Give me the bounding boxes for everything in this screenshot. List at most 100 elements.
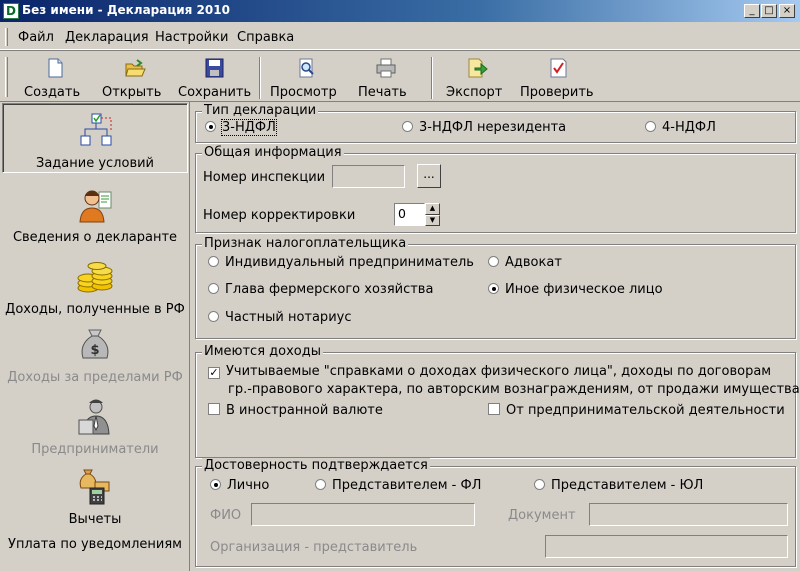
save-label: Сохранить [178,85,252,100]
left-nav: Задание условий Сведения о декларанте До… [0,102,190,571]
preview-label: Просмотр [270,85,337,100]
nav-item-declarant[interactable]: Сведения о декларанте [2,184,188,246]
save-button[interactable]: Сохранить [178,55,252,101]
maximize-icon[interactable]: □ [761,4,777,18]
check-label: Проверить [520,85,594,100]
export-button[interactable]: Экспорт [446,55,508,101]
open-button[interactable]: Открыть [102,55,168,101]
checkbox-indicator [208,403,220,415]
group-title: Тип декларации [202,103,319,118]
fio-field[interactable] [251,503,475,526]
nav-item-conditions[interactable]: Задание условий [2,103,188,173]
radio-lawyer[interactable]: Адвокат [488,255,562,270]
radio-3ndfl[interactable]: 3-НДФЛ [205,119,277,136]
menu-file[interactable]: Файл [18,30,54,45]
check-document-icon [547,57,569,79]
export-label: Экспорт [446,85,503,100]
menu-help[interactable]: Справка [237,30,294,45]
checkbox-indicator [488,403,500,415]
spin-up-icon[interactable]: ▲ [425,203,440,215]
person-icon [75,184,115,224]
radio-indicator [402,121,413,132]
radio-indicator [208,283,219,294]
menu-settings[interactable]: Настройки [155,30,228,45]
radio-personally[interactable]: Лично [210,478,269,493]
create-button[interactable]: Создать [24,55,86,101]
toolbar-separator [259,57,261,99]
close-icon[interactable]: × [779,4,795,18]
money-bag-icon: $ [75,324,115,364]
printer-icon [375,57,397,79]
checkbox-foreign-currency[interactable]: В иностранной валюте [208,403,383,418]
nav-label: Доходы, полученные в РФ [5,302,185,317]
organization-field[interactable] [545,535,788,558]
toolbar: Создать Открыть Сохранить Просмотр Печат… [0,50,800,102]
group-title: Общая информация [202,145,344,160]
radio-other-individual[interactable]: Иное физическое лицо [488,282,663,297]
radio-indicator [208,256,219,267]
nav-item-income-rf[interactable]: Доходы, полученные в РФ [2,256,188,318]
radio-representative-individual[interactable]: Представителем - ФЛ [315,478,481,493]
print-label: Печать [358,85,407,100]
open-folder-icon [124,57,146,79]
spin-down-icon[interactable]: ▼ [425,215,440,226]
nav-label: Предприниматели [31,442,159,457]
minimize-icon[interactable]: _ [744,4,760,18]
checkbox-business-activity[interactable]: От предпринимательской деятельности [488,403,785,418]
correction-input[interactable]: 0 [394,203,425,226]
floppy-disk-icon [203,57,225,79]
radio-farm-head[interactable]: Глава фермерского хозяйства [208,282,433,297]
nav-label: Сведения о декларанте [12,230,178,245]
menu-grip [5,28,8,46]
toolbar-separator [431,57,433,99]
radio-representative-legal[interactable]: Представителем - ЮЛ [534,478,703,493]
radio-indicator [645,121,656,132]
radio-indicator [534,479,545,490]
title-bar[interactable]: D Без имени - Декларация 2010 _ □ × [0,0,800,22]
nav-item-entrepreneurs[interactable]: Предприниматели [2,396,188,458]
nav-item-deductions[interactable]: Вычеты [2,466,188,527]
nav-item-notification-payment[interactable]: Уплата по уведомлениям [2,537,188,557]
group-title: Признак налогоплательщика [202,236,409,251]
flowchart-icon [75,110,115,150]
inspection-browse-button[interactable]: ... [417,164,441,188]
menu-bar: Файл Декларация Настройки Справка [0,24,800,50]
inspection-label: Номер инспекции [203,170,326,185]
income-group: Имеются доходы ✓ Учитываемые "справками о… [195,344,800,458]
radio-4ndfl[interactable]: 4-НДФЛ [645,120,716,135]
checkbox-certificate-income[interactable]: ✓ Учитываемые "справками о доходах физиче… [208,364,771,379]
reliability-group: Достоверность подтверждается Лично Предс… [195,458,796,567]
export-icon [466,57,488,79]
svg-text:$: $ [90,343,99,358]
nav-item-income-abroad[interactable]: $ Доходы за пределами РФ [2,324,188,386]
menu-declaration[interactable]: Декларация [65,30,149,45]
print-button[interactable]: Печать [358,55,414,101]
inspection-field[interactable] [332,165,405,188]
toolbar-grip [5,57,8,97]
new-document-icon [44,57,66,79]
main-window: D Без имени - Декларация 2010 _ □ × Файл… [0,0,800,571]
check-button[interactable]: Проверить [520,55,596,101]
fio-label: ФИО [210,508,242,523]
create-label: Создать [24,85,81,100]
radio-notary[interactable]: Частный нотариус [208,310,351,325]
organization-label: Организация - представитель [210,540,418,555]
window-title: Без имени - Декларация 2010 [22,3,230,17]
nav-label: Задание условий [36,156,154,171]
checkbox-checked-icon: ✓ [208,366,220,379]
app-icon: D [3,3,19,19]
declaration-type-group: Тип декларации 3-НДФЛ 3-НДФЛ нерезидента… [195,103,796,143]
correction-label: Номер корректировки [203,208,356,223]
businessman-icon [75,396,115,436]
general-info-group: Общая информация Номер инспекции ... Ном… [195,145,796,233]
calculator-money-icon [75,466,115,506]
radio-3ndfl-nonresident[interactable]: 3-НДФЛ нерезидента [402,120,566,135]
document-field[interactable] [589,503,788,526]
radio-individual-entrepreneur[interactable]: Индивидуальный предприниматель [208,255,474,270]
radio-indicator [315,479,326,490]
radio-indicator [210,479,221,490]
preview-button[interactable]: Просмотр [270,55,342,101]
certificate-income-label-line2: гр.-правового характера, по авторским во… [228,382,800,397]
taxpayer-group: Признак налогоплательщика Индивидуальный… [195,236,796,339]
nav-label: Доходы за пределами РФ [7,370,183,385]
